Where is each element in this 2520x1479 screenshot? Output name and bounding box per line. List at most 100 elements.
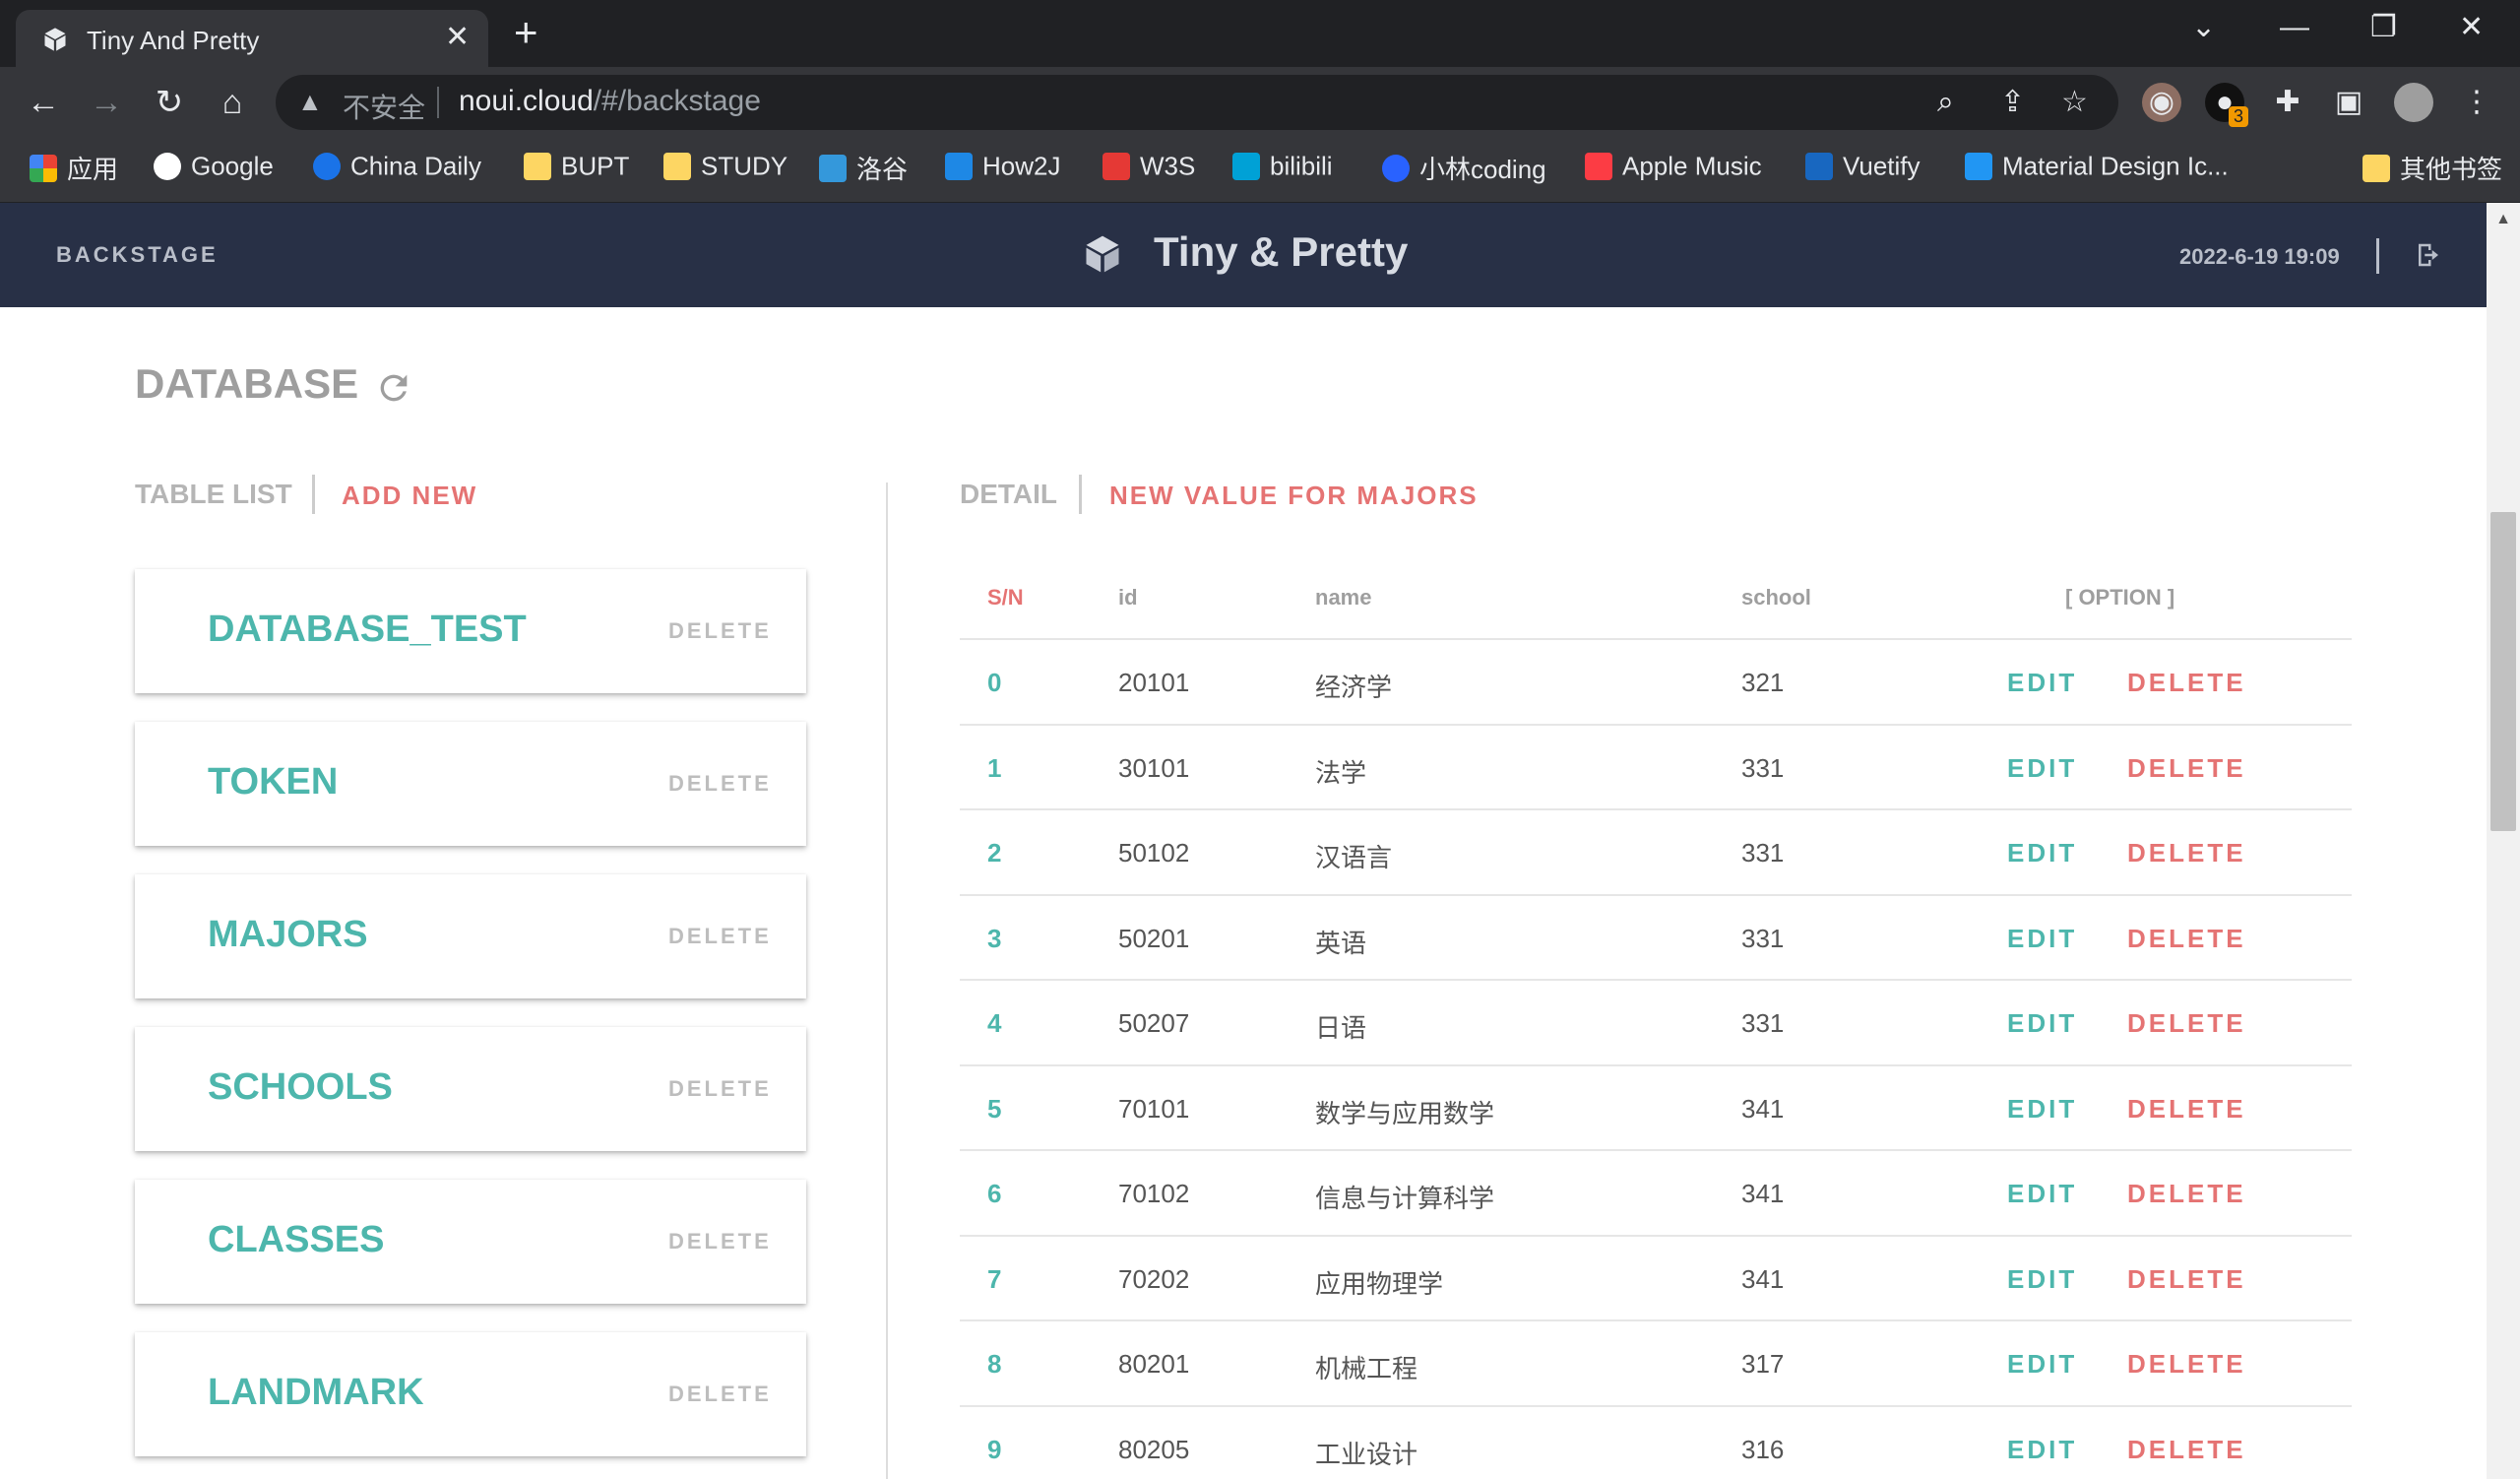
bookmark-how2j[interactable]: How2J	[945, 150, 1060, 189]
tab-close-icon[interactable]: ✕	[445, 22, 470, 53]
table-delete-button[interactable]: DELETE	[668, 618, 772, 644]
browser-menu-icon[interactable]: ⋮	[2457, 83, 2496, 122]
row-edit-button[interactable]: EDIT	[2007, 1435, 2077, 1465]
row-delete-button[interactable]: DELETE	[2127, 1435, 2246, 1465]
row-delete-button[interactable]: DELETE	[2127, 924, 2246, 954]
table-delete-button[interactable]: DELETE	[668, 1229, 772, 1254]
insecure-label[interactable]: 不安全	[343, 87, 425, 126]
table-row: 8 80201 机械工程 317 EDIT DELETE	[960, 1321, 2352, 1407]
table-card[interactable]: MAJORS DELETE	[135, 874, 806, 998]
bookmark-apps[interactable]: 应用	[30, 150, 118, 189]
bookmark-star-icon[interactable]: ☆	[2061, 87, 2088, 118]
row-edit-button[interactable]: EDIT	[2007, 1264, 2077, 1295]
bookmark-study[interactable]: STUDY	[663, 150, 788, 189]
omnibox-divider	[437, 87, 439, 118]
table-card-name[interactable]: TOKEN	[208, 761, 338, 804]
bookmark-luogu[interactable]: 洛谷	[819, 150, 908, 189]
tab-divider	[312, 475, 315, 514]
reload-icon[interactable]: ↻	[150, 83, 189, 122]
table-card[interactable]: TOKEN DELETE	[135, 722, 806, 846]
side-panel-icon[interactable]: ▣	[2329, 83, 2368, 122]
row-edit-button[interactable]: EDIT	[2007, 1349, 2077, 1380]
address-bar[interactable]: ▲ 不安全 noui.cloud/#/backstage ⌕ ⇪ ☆	[276, 75, 2118, 130]
bookmark-xiaolin[interactable]: 小林coding	[1382, 150, 1546, 189]
table-delete-button[interactable]: DELETE	[668, 771, 772, 797]
how2j-icon	[945, 153, 973, 181]
row-edit-button[interactable]: EDIT	[2007, 1094, 2077, 1125]
row-name: 信息与计算科学	[1315, 1184, 1495, 1213]
browser-tab[interactable]: Tiny And Pretty ✕	[16, 10, 488, 67]
row-edit-button[interactable]: EDIT	[2007, 753, 2077, 784]
table-card-name[interactable]: CLASSES	[208, 1219, 384, 1261]
row-name: 经济学	[1315, 673, 1393, 702]
row-delete-button[interactable]: DELETE	[2127, 1008, 2246, 1039]
apps-grid-icon	[30, 154, 57, 182]
row-delete-button[interactable]: DELETE	[2127, 1094, 2246, 1125]
row-school: 341	[1741, 1093, 1785, 1124]
table-card-name[interactable]: MAJORS	[208, 914, 368, 956]
row-edit-button[interactable]: EDIT	[2007, 838, 2077, 868]
bookmark-bilibili[interactable]: bilibili	[1232, 150, 1333, 189]
bookmark-apple-music[interactable]: Apple Music	[1585, 150, 1762, 189]
table-card-name[interactable]: LANDMARK	[208, 1372, 424, 1414]
new-tab-icon[interactable]: +	[514, 12, 538, 53]
tab-detail[interactable]: DETAIL	[960, 479, 1057, 510]
table-card[interactable]: CLASSES DELETE	[135, 1180, 806, 1304]
extension-owl-icon[interactable]: ◉	[2142, 83, 2181, 122]
majors-table: S/N id name school [ OPTION ] 0 20101 经济学 3…	[960, 569, 2352, 1479]
row-sn: 3	[987, 923, 1002, 953]
row-delete-button[interactable]: DELETE	[2127, 668, 2246, 698]
forward-icon[interactable]: →	[87, 83, 126, 122]
row-sn: 9	[987, 1434, 1002, 1464]
table-card[interactable]: DATABASE_TEST DELETE	[135, 569, 806, 693]
scroll-up-icon[interactable]: ▲	[2487, 203, 2520, 236]
row-delete-button[interactable]: DELETE	[2127, 838, 2246, 868]
url-text[interactable]: noui.cloud/#/backstage	[459, 85, 761, 118]
row-delete-button[interactable]: DELETE	[2127, 1349, 2246, 1380]
tab-title: Tiny And Pretty	[87, 26, 260, 55]
bookmark-material-design[interactable]: Material Design Ic...	[1965, 150, 2229, 189]
refresh-icon[interactable]	[374, 368, 413, 408]
table-card-name[interactable]: DATABASE_TEST	[208, 609, 527, 651]
close-window-icon[interactable]: ✕	[2459, 10, 2484, 45]
row-name: 机械工程	[1315, 1354, 1418, 1383]
profile-avatar[interactable]	[2394, 83, 2433, 122]
page-scrollbar[interactable]	[2487, 203, 2520, 1479]
table-delete-button[interactable]: DELETE	[668, 1382, 772, 1407]
extensions-puzzle-icon[interactable]: ✚	[2268, 83, 2307, 122]
row-edit-button[interactable]: EDIT	[2007, 668, 2077, 698]
restore-icon[interactable]: ❐	[2370, 10, 2397, 45]
share-icon[interactable]: ⇪	[2000, 87, 2025, 118]
scrollbar-thumb[interactable]	[2490, 512, 2516, 831]
bookmark-bupt[interactable]: BUPT	[524, 150, 629, 189]
table-card[interactable]: LANDMARK DELETE	[135, 1332, 806, 1456]
home-icon[interactable]: ⌂	[213, 83, 252, 122]
bookmark-other[interactable]: 其他书签	[2362, 150, 2502, 189]
row-delete-button[interactable]: DELETE	[2127, 1264, 2246, 1295]
bookmark-google[interactable]: Google	[154, 150, 274, 189]
table-delete-button[interactable]: DELETE	[668, 924, 772, 949]
row-delete-button[interactable]: DELETE	[2127, 1179, 2246, 1209]
warning-icon[interactable]: ▲	[297, 87, 323, 117]
row-id: 50207	[1118, 1008, 1190, 1038]
minimize-icon[interactable]: —	[2280, 10, 2309, 45]
table-card[interactable]: SCHOOLS DELETE	[135, 1027, 806, 1151]
table-delete-button[interactable]: DELETE	[668, 1076, 772, 1102]
bookmark-china-daily[interactable]: China Daily	[313, 150, 481, 189]
bookmark-vuetify[interactable]: Vuetify	[1805, 150, 1921, 189]
logout-icon[interactable]	[2414, 240, 2443, 270]
row-edit-button[interactable]: EDIT	[2007, 1008, 2077, 1039]
row-delete-button[interactable]: DELETE	[2127, 753, 2246, 784]
row-edit-button[interactable]: EDIT	[2007, 924, 2077, 954]
tab-new-value[interactable]: NEW VALUE FOR MAJORS	[1109, 481, 1479, 511]
back-icon[interactable]: ←	[24, 83, 63, 122]
bookmark-w3s[interactable]: W3S	[1102, 150, 1195, 189]
tab-search-icon[interactable]: ⌄	[2191, 10, 2216, 45]
table-card-name[interactable]: SCHOOLS	[208, 1066, 393, 1109]
zoom-icon[interactable]: ⌕	[1937, 87, 1954, 118]
tab-add-new[interactable]: ADD NEW	[342, 481, 477, 511]
url-path: /#/backstage	[593, 85, 761, 117]
tab-table-list[interactable]: TABLE LIST	[135, 479, 292, 510]
row-edit-button[interactable]: EDIT	[2007, 1179, 2077, 1209]
row-id: 70101	[1118, 1093, 1190, 1124]
